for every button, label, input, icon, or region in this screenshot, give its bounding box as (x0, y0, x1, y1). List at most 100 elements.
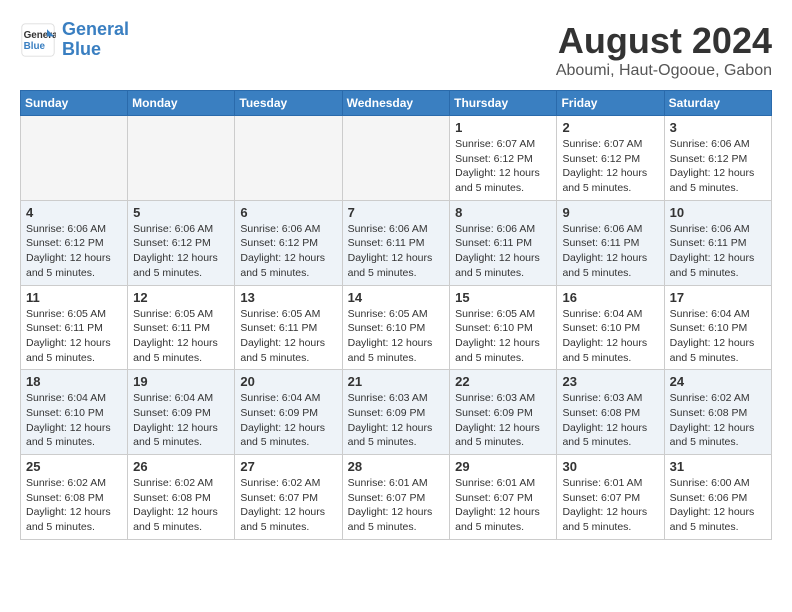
calendar-cell (235, 116, 342, 201)
month-title: August 2024 (556, 20, 772, 62)
svg-text:Blue: Blue (24, 41, 46, 52)
day-number: 27 (240, 459, 336, 474)
day-number: 8 (455, 205, 551, 220)
day-info: Sunrise: 6:06 AMSunset: 6:11 PMDaylight:… (670, 222, 766, 281)
calendar-cell: 20 Sunrise: 6:04 AMSunset: 6:09 PMDayligh… (235, 370, 342, 455)
calendar-cell: 25Sunrise: 6:02 AMSunset: 6:08 PMDayligh… (21, 455, 128, 540)
day-info: Sunrise: 6:02 AMSunset: 6:08 PMDaylight:… (670, 391, 766, 450)
day-number: 6 (240, 205, 336, 220)
calendar-cell: 17 Sunrise: 6:04 AMSunset: 6:10 PMDayligh… (664, 285, 771, 370)
calendar-cell: 4Sunrise: 6:06 AMSunset: 6:12 PMDaylight… (21, 200, 128, 285)
day-number: 30 (562, 459, 658, 474)
day-info: Sunrise: 6:02 AMSunset: 6:07 PMDaylight:… (240, 476, 336, 535)
day-number: 19 (133, 374, 229, 389)
day-number: 11 (26, 290, 122, 305)
weekday-wednesday: Wednesday (342, 91, 450, 116)
day-info: Sunrise: 6:00 AMSunset: 6:06 PMDaylight:… (670, 476, 766, 535)
day-number: 9 (562, 205, 658, 220)
calendar-cell: 12Sunrise: 6:05 AMSunset: 6:11 PMDayligh… (128, 285, 235, 370)
day-info: Sunrise: 6:04 AMSunset: 6:10 PMDaylight:… (670, 307, 766, 366)
day-info: Sunrise: 6:06 AMSunset: 6:11 PMDaylight:… (348, 222, 445, 281)
day-info: Sunrise: 6:03 AMSunset: 6:09 PMDaylight:… (455, 391, 551, 450)
calendar-cell: 29Sunrise: 6:01 AMSunset: 6:07 PMDayligh… (450, 455, 557, 540)
calendar-cell: 22Sunrise: 6:03 AMSunset: 6:09 PMDayligh… (450, 370, 557, 455)
weekday-monday: Monday (128, 91, 235, 116)
day-info: Sunrise: 6:07 AMSunset: 6:12 PMDaylight:… (455, 137, 551, 196)
day-info: Sunrise: 6:02 AMSunset: 6:08 PMDaylight:… (26, 476, 122, 535)
calendar-week-row: 4 Sunrise: 6:06 AMSunset: 6:12 PMDaylight… (21, 200, 772, 285)
day-number: 24 (670, 374, 766, 389)
day-number: 20 (240, 374, 336, 389)
day-number: 5 (133, 205, 229, 220)
day-number: 31 (670, 459, 766, 474)
calendar-cell (342, 116, 450, 201)
day-number: 21 (348, 374, 445, 389)
calendar-cell: 26Sunrise: 6:02 AMSunset: 6:08 PMDayligh… (128, 455, 235, 540)
calendar-cell: 11 Sunrise: 6:05 AMSunset: 6:11 PMDayligh… (21, 285, 128, 370)
day-number: 18 (26, 374, 122, 389)
day-number: 14 (348, 290, 445, 305)
calendar-table: SundayMondayTuesdayWednesdayThursdayFrid… (20, 90, 772, 540)
calendar-cell: 27 Sunrise: 6:02 AMSunset: 6:07 PMDayligh… (235, 455, 342, 540)
day-info: Sunrise: 6:05 AMSunset: 6:10 PMDaylight:… (348, 307, 445, 366)
calendar-cell: 1 Sunrise: 6:07 AMSunset: 6:12 PMDaylight… (450, 116, 557, 201)
day-info: Sunrise: 6:01 AMSunset: 6:07 PMDaylight:… (562, 476, 658, 535)
day-info: Sunrise: 6:05 AMSunset: 6:11 PMDaylight:… (26, 307, 122, 366)
calendar-cell: 8 Sunrise: 6:06 AMSunset: 6:11 PMDaylight… (450, 200, 557, 285)
day-info: Sunrise: 6:04 AMSunset: 6:10 PMDaylight:… (562, 307, 658, 366)
day-number: 4 (26, 205, 122, 220)
calendar-week-row: 11 Sunrise: 6:05 AMSunset: 6:11 PMDayligh… (21, 285, 772, 370)
day-number: 13 (240, 290, 336, 305)
weekday-thursday: Thursday (450, 91, 557, 116)
calendar-cell: 19 Sunrise: 6:04 AMSunset: 6:09 PMDayligh… (128, 370, 235, 455)
calendar-cell: 5Sunrise: 6:06 AMSunset: 6:12 PMDaylight… (128, 200, 235, 285)
logo-icon: General Blue (20, 22, 56, 58)
weekday-sunday: Sunday (21, 91, 128, 116)
day-number: 23 (562, 374, 658, 389)
day-info: Sunrise: 6:06 AMSunset: 6:12 PMDaylight:… (240, 222, 336, 281)
day-number: 3 (670, 120, 766, 135)
calendar-cell: 10Sunrise: 6:06 AMSunset: 6:11 PMDayligh… (664, 200, 771, 285)
day-info: Sunrise: 6:05 AMSunset: 6:11 PMDaylight:… (240, 307, 336, 366)
day-info: Sunrise: 6:03 AMSunset: 6:08 PMDaylight:… (562, 391, 658, 450)
calendar-week-row: 1 Sunrise: 6:07 AMSunset: 6:12 PMDaylight… (21, 116, 772, 201)
calendar-cell (128, 116, 235, 201)
calendar-cell: 28Sunrise: 6:01 AMSunset: 6:07 PMDayligh… (342, 455, 450, 540)
location-title: Aboumi, Haut-Ogooue, Gabon (556, 62, 772, 80)
calendar-cell: 30 Sunrise: 6:01 AMSunset: 6:07 PMDayligh… (557, 455, 664, 540)
day-info: Sunrise: 6:04 AMSunset: 6:10 PMDaylight:… (26, 391, 122, 450)
day-info: Sunrise: 6:06 AMSunset: 6:11 PMDaylight:… (455, 222, 551, 281)
day-info: Sunrise: 6:04 AMSunset: 6:09 PMDaylight:… (240, 391, 336, 450)
weekday-friday: Friday (557, 91, 664, 116)
weekday-tuesday: Tuesday (235, 91, 342, 116)
calendar-week-row: 18 Sunrise: 6:04 AMSunset: 6:10 PMDayligh… (21, 370, 772, 455)
day-number: 1 (455, 120, 551, 135)
day-info: Sunrise: 6:05 AMSunset: 6:11 PMDaylight:… (133, 307, 229, 366)
day-number: 7 (348, 205, 445, 220)
calendar-cell (21, 116, 128, 201)
calendar-cell: 2Sunrise: 6:07 AMSunset: 6:12 PMDaylight… (557, 116, 664, 201)
day-number: 15 (455, 290, 551, 305)
weekday-header-row: SundayMondayTuesdayWednesdayThursdayFrid… (21, 91, 772, 116)
weekday-saturday: Saturday (664, 91, 771, 116)
calendar-cell: 16 Sunrise: 6:04 AMSunset: 6:10 PMDayligh… (557, 285, 664, 370)
calendar-cell: 9Sunrise: 6:06 AMSunset: 6:11 PMDaylight… (557, 200, 664, 285)
day-info: Sunrise: 6:07 AMSunset: 6:12 PMDaylight:… (562, 137, 658, 196)
calendar-cell: 21Sunrise: 6:03 AMSunset: 6:09 PMDayligh… (342, 370, 450, 455)
day-info: Sunrise: 6:05 AMSunset: 6:10 PMDaylight:… (455, 307, 551, 366)
calendar-cell: 24 Sunrise: 6:02 AMSunset: 6:08 PMDayligh… (664, 370, 771, 455)
page-header: General Blue GeneralBlue August 2024 Abo… (20, 20, 772, 80)
calendar-cell: 14 Sunrise: 6:05 AMSunset: 6:10 PMDayligh… (342, 285, 450, 370)
day-number: 16 (562, 290, 658, 305)
calendar-cell: 18 Sunrise: 6:04 AMSunset: 6:10 PMDayligh… (21, 370, 128, 455)
day-number: 29 (455, 459, 551, 474)
day-number: 28 (348, 459, 445, 474)
day-info: Sunrise: 6:04 AMSunset: 6:09 PMDaylight:… (133, 391, 229, 450)
logo-text: GeneralBlue (62, 20, 129, 60)
day-number: 17 (670, 290, 766, 305)
day-number: 26 (133, 459, 229, 474)
calendar-cell: 31 Sunrise: 6:00 AMSunset: 6:06 PMDayligh… (664, 455, 771, 540)
calendar-cell: 23 Sunrise: 6:03 AMSunset: 6:08 PMDayligh… (557, 370, 664, 455)
day-info: Sunrise: 6:06 AMSunset: 6:12 PMDaylight:… (670, 137, 766, 196)
logo: General Blue GeneralBlue (20, 20, 129, 60)
